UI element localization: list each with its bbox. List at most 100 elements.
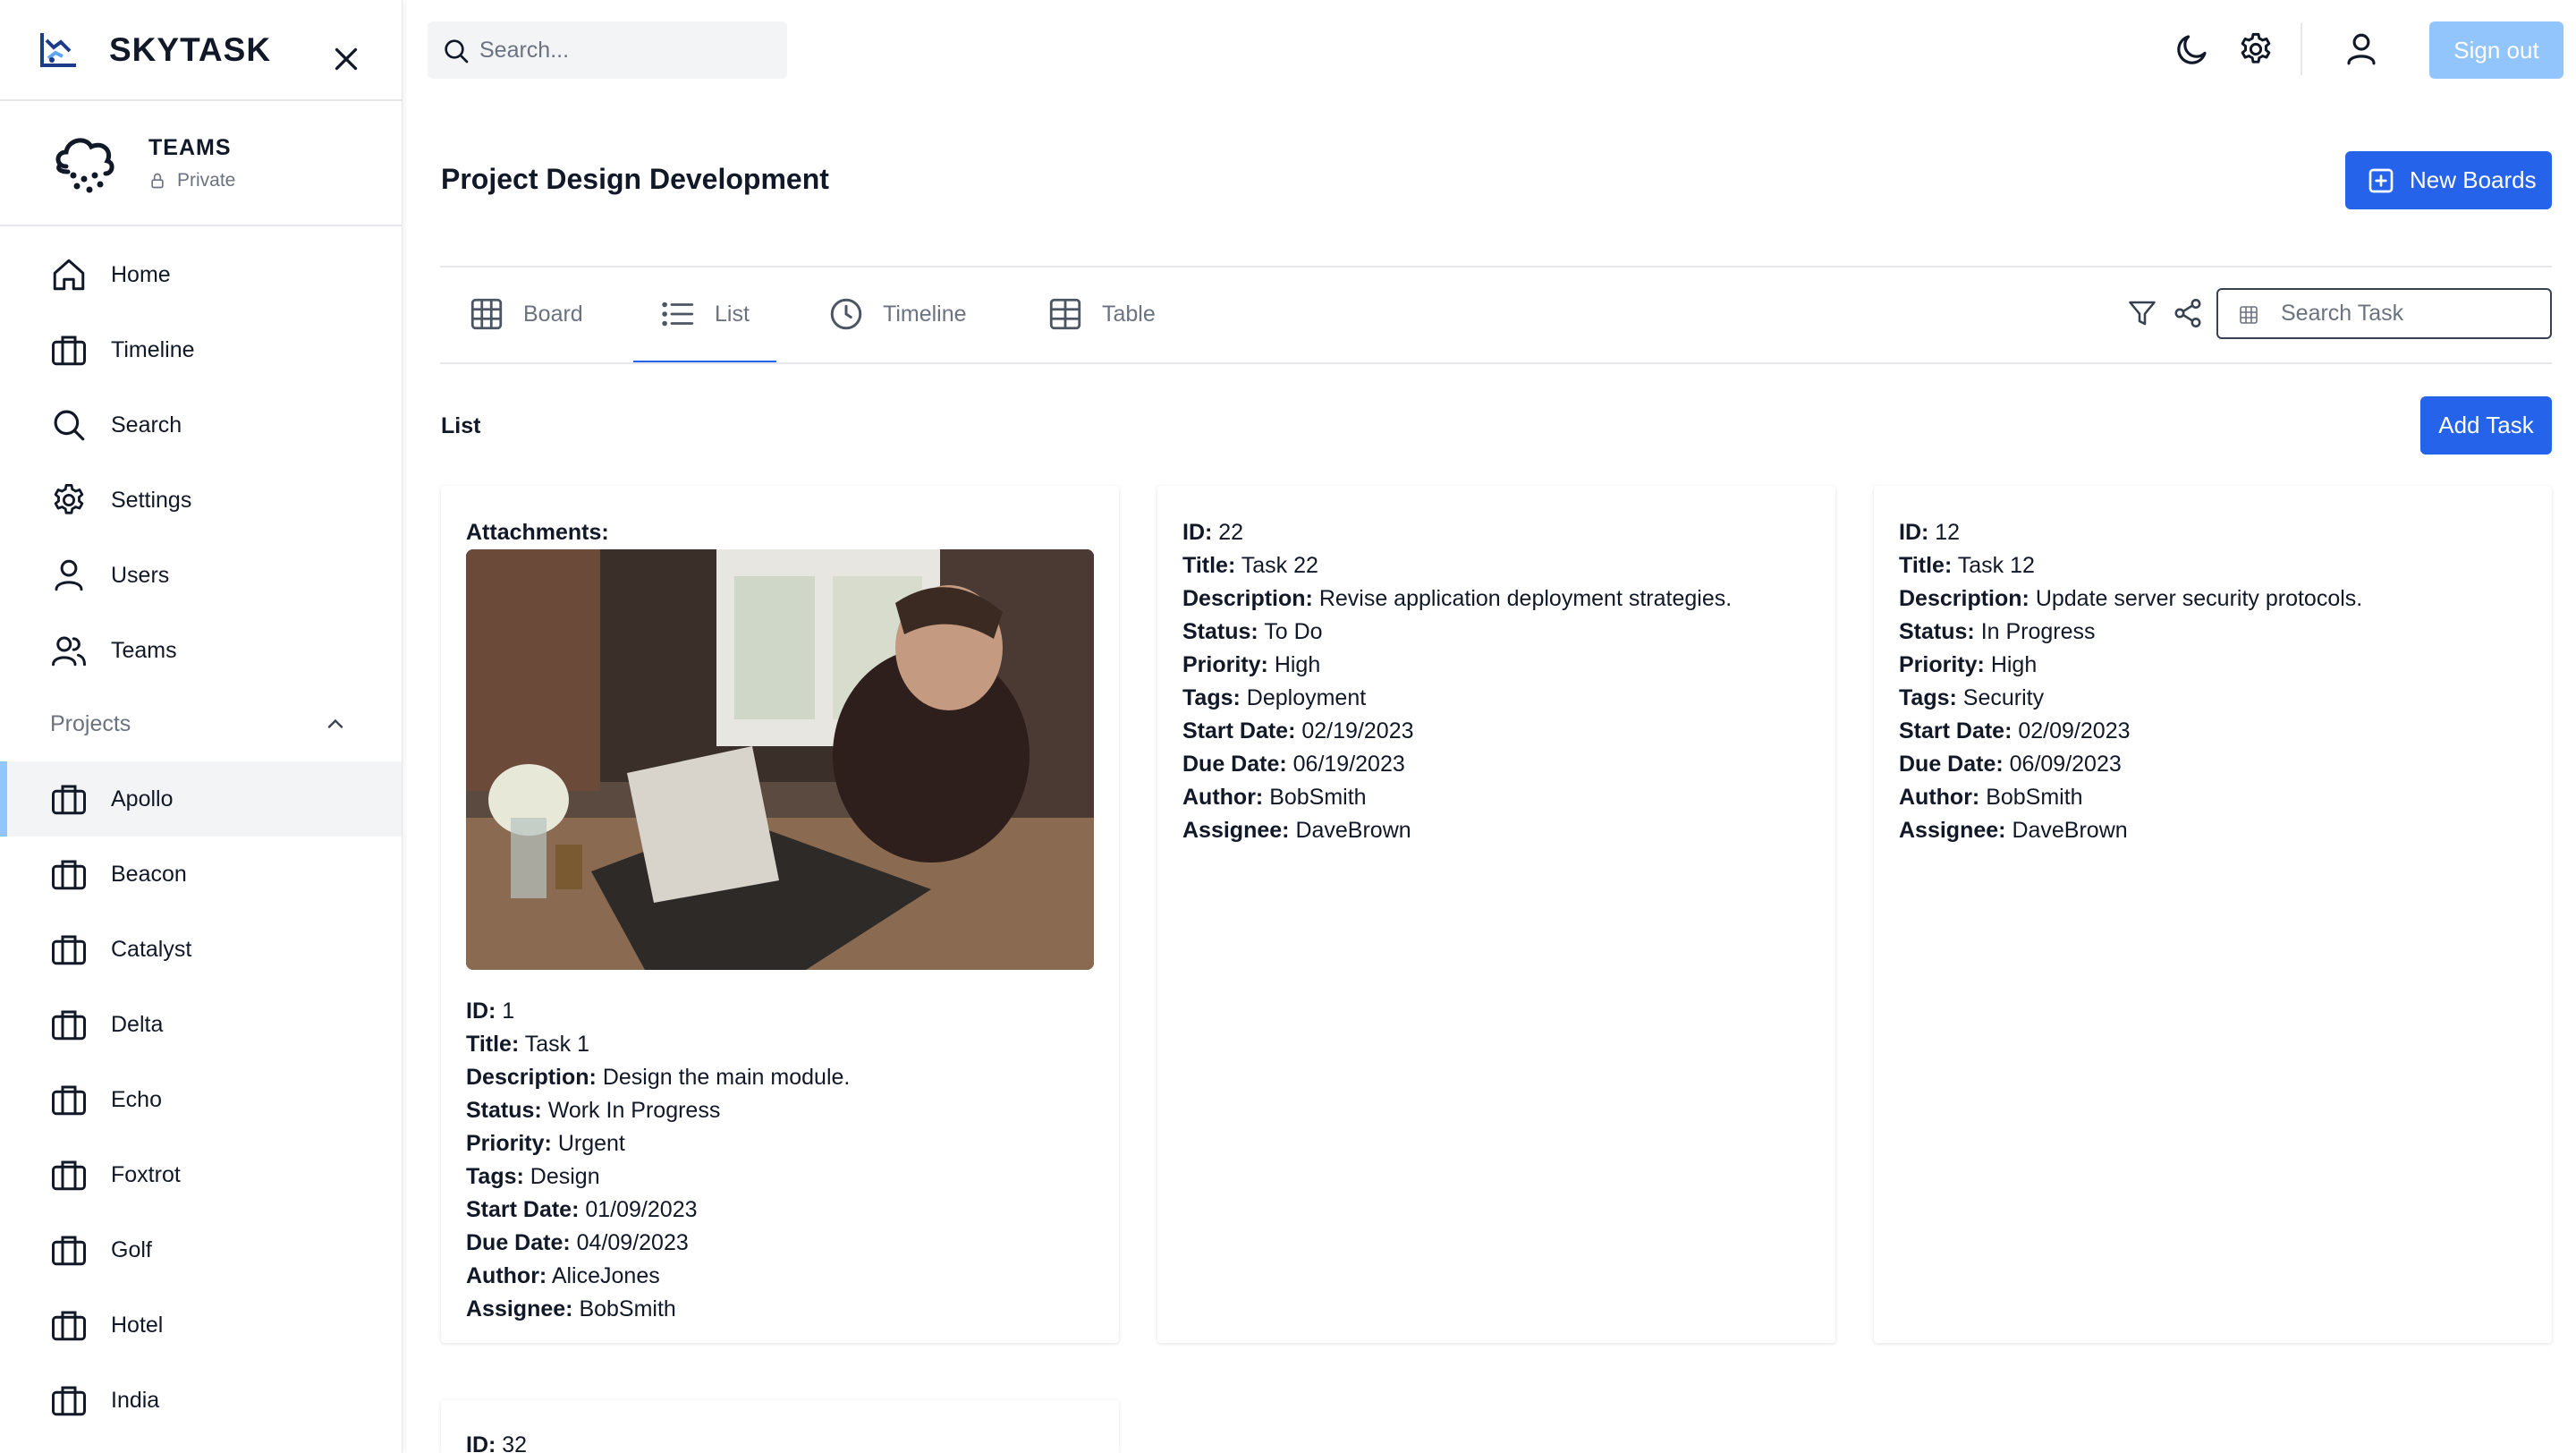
- project-item-hotel[interactable]: Hotel: [0, 1287, 402, 1363]
- new-boards-label: New Boards: [2410, 166, 2537, 193]
- task-field: Due Date: 06/19/2023: [1182, 752, 1405, 777]
- toolbar-divider: [2301, 23, 2302, 75]
- task-field: ID: 32: [466, 1432, 528, 1453]
- tab-list[interactable]: List: [659, 291, 750, 337]
- chevron-up-icon[interactable]: [323, 711, 348, 736]
- nav-item-home[interactable]: Home: [0, 237, 402, 312]
- moon-icon[interactable]: [2174, 30, 2211, 68]
- add-task-button[interactable]: Add Task: [2420, 396, 2552, 455]
- list-icon: [662, 302, 694, 327]
- nav-item-timeline[interactable]: Timeline: [0, 312, 402, 387]
- gear-icon[interactable]: [2237, 30, 2275, 68]
- nav-label: Users: [111, 562, 170, 588]
- nav-item-search[interactable]: Search: [0, 387, 402, 463]
- briefcase-icon: [52, 1236, 86, 1266]
- task-field: Start Date: 02/19/2023: [1182, 718, 1414, 743]
- task-field: Title: Task 1: [466, 1032, 590, 1057]
- users-icon: [52, 636, 86, 667]
- project-label: Foxtrot: [111, 1161, 181, 1187]
- briefcase-icon: [52, 1010, 86, 1041]
- task-field: Description: Revise application deployme…: [1182, 586, 1733, 611]
- share-icon[interactable]: [2172, 297, 2204, 329]
- team-name: TEAMS: [148, 134, 232, 160]
- briefcase-icon: [52, 1160, 86, 1191]
- team-visibility-label: Private: [177, 169, 236, 191]
- project-label: Hotel: [111, 1312, 164, 1338]
- tab-timeline[interactable]: Timeline: [827, 291, 967, 337]
- project-label: Delta: [111, 1011, 164, 1037]
- project-label: Golf: [111, 1236, 152, 1262]
- new-boards-button[interactable]: New Boards: [2345, 151, 2552, 209]
- tab-label: Table: [1102, 301, 1156, 327]
- task-field: Tags: Security: [1899, 685, 2045, 710]
- nav-item-users[interactable]: Users: [0, 538, 402, 613]
- task-field: ID: 12: [1899, 520, 1961, 545]
- task-field: Status: To Do: [1182, 619, 1323, 644]
- project-item-apollo[interactable]: Apollo: [0, 761, 402, 837]
- tab-table[interactable]: Table: [1046, 291, 1156, 337]
- project-item-catalyst[interactable]: Catalyst: [0, 912, 402, 987]
- project-item-beacon[interactable]: Beacon: [0, 837, 402, 912]
- logo-icon: [40, 32, 76, 67]
- task-field: Tags: Design: [466, 1164, 600, 1189]
- task-field: Description: Update server security prot…: [1899, 586, 2363, 611]
- team-card[interactable]: TEAMS Private: [0, 101, 402, 226]
- sign-out-button[interactable]: Sign out: [2429, 21, 2563, 79]
- grid-icon: [470, 298, 503, 330]
- divider: [440, 362, 2552, 364]
- table-icon: [1049, 298, 1081, 330]
- search-input[interactable]: [479, 37, 766, 64]
- attachment-image[interactable]: [466, 549, 1094, 970]
- tab-label: Board: [523, 301, 583, 327]
- task-search-input[interactable]: [2281, 301, 2531, 327]
- task-field: Assignee: DaveBrown: [1899, 818, 2128, 843]
- project-label: Apollo: [111, 786, 174, 811]
- task-card[interactable]: Attachments: ID: 1 Title: Task 1 Descrip…: [441, 486, 1119, 1343]
- app-name: SKYTASK: [109, 30, 272, 68]
- briefcase-icon: [52, 1085, 86, 1116]
- nav-label: Home: [111, 261, 171, 287]
- project-item-golf[interactable]: Golf: [0, 1212, 402, 1287]
- task-field: Description: Design the main module.: [466, 1065, 851, 1090]
- project-item-india[interactable]: India: [0, 1363, 402, 1438]
- nav-item-teams[interactable]: Teams: [0, 613, 402, 688]
- projects-header[interactable]: Projects: [0, 688, 402, 760]
- project-item-partial[interactable]: [0, 1438, 402, 1453]
- task-search[interactable]: [2216, 288, 2552, 339]
- project-label: Echo: [111, 1086, 162, 1112]
- briefcase-icon: [52, 1311, 86, 1341]
- page-title: Project Design Development: [441, 163, 829, 195]
- filter-icon[interactable]: [2126, 297, 2158, 329]
- close-icon[interactable]: [330, 43, 362, 75]
- task-card[interactable]: ID: 12 Title: Task 12 Description: Updat…: [1874, 486, 2552, 1343]
- task-field: Author: BobSmith: [1182, 785, 1367, 810]
- tab-board[interactable]: Board: [468, 291, 583, 337]
- task-field: ID: 1: [466, 998, 515, 1024]
- task-card[interactable]: ID: 32: [441, 1400, 1119, 1453]
- nav-item-settings[interactable]: Settings: [0, 463, 402, 538]
- user-icon[interactable]: [2343, 30, 2380, 68]
- project-item-delta[interactable]: Delta: [0, 987, 402, 1062]
- project-label: Beacon: [111, 861, 187, 887]
- nav-label: Timeline: [111, 336, 195, 362]
- task-card[interactable]: ID: 22 Title: Task 22 Description: Revis…: [1157, 486, 1835, 1343]
- task-field: Priority: Urgent: [466, 1131, 625, 1156]
- tab-label: Timeline: [883, 301, 967, 327]
- briefcase-icon: [52, 935, 86, 965]
- brand-header: SKYTASK: [0, 0, 402, 101]
- task-field: ID: 22: [1182, 520, 1244, 545]
- project-item-echo[interactable]: Echo: [0, 1062, 402, 1137]
- task-field: Due Date: 06/09/2023: [1899, 752, 2122, 777]
- search-icon: [54, 410, 85, 441]
- task-field: Title: Task 22: [1182, 553, 1318, 578]
- divider: [440, 266, 2552, 268]
- nav-label: Search: [111, 412, 182, 438]
- task-field: Start Date: 01/09/2023: [466, 1197, 698, 1222]
- task-field: Tags: Deployment: [1182, 685, 1367, 710]
- task-field: Assignee: DaveBrown: [1182, 818, 1411, 843]
- project-item-foxtrot[interactable]: Foxtrot: [0, 1137, 402, 1212]
- project-label: Catalyst: [111, 936, 192, 962]
- user-icon: [55, 559, 83, 591]
- briefcase-icon: [52, 1386, 86, 1416]
- global-search[interactable]: [428, 21, 787, 79]
